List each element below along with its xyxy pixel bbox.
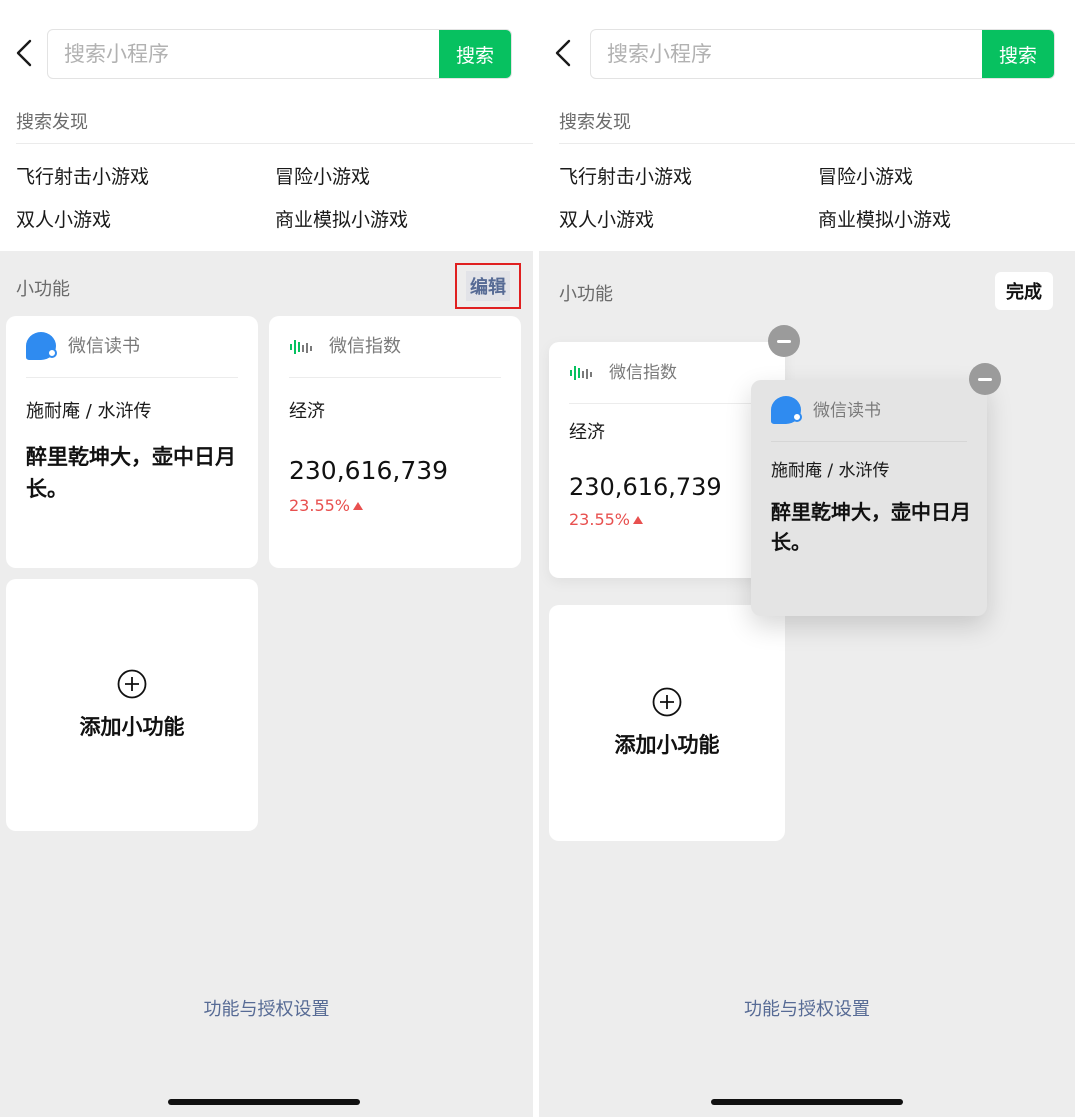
widget-header: 微信指数	[289, 332, 501, 378]
settings-link[interactable]: 功能与授权设置	[0, 995, 533, 1021]
search-box: 搜索	[590, 29, 1055, 79]
edit-label: 编辑	[466, 271, 510, 301]
discover-item[interactable]: 飞行射击小游戏	[559, 162, 692, 189]
book-quote: 醉里乾坤大，壶中日月长。	[771, 500, 971, 554]
up-triangle-icon	[633, 516, 644, 524]
widgets-title: 小功能	[16, 279, 70, 300]
divider	[16, 143, 533, 144]
widget-header: 微信指数	[569, 358, 765, 404]
remove-widget-button[interactable]	[969, 363, 1001, 395]
back-button[interactable]	[551, 36, 575, 70]
discover-item[interactable]: 冒险小游戏	[275, 162, 370, 189]
search-box: 搜索	[47, 29, 512, 79]
chevron-left-icon	[16, 39, 32, 67]
add-widget-label: 添加小功能	[614, 733, 720, 757]
widget-app-name: 微信指数	[329, 336, 401, 357]
index-topic: 经济	[289, 401, 325, 422]
index-value: 230,616,739	[289, 456, 449, 485]
wechat-read-widget-dragging[interactable]: 微信读书 施耐庵 / 水浒传 醉里乾坤大，壶中日月长。	[751, 380, 987, 616]
widgets-title: 小功能	[559, 284, 613, 305]
up-triangle-icon	[353, 502, 364, 510]
widget-app-name: 微信读书	[813, 401, 881, 421]
discover-item[interactable]: 双人小游戏	[559, 205, 654, 232]
widget-app-name: 微信读书	[68, 336, 140, 357]
done-button[interactable]: 完成	[995, 272, 1053, 310]
plus-circle-icon	[652, 687, 682, 717]
home-indicator	[711, 1099, 903, 1105]
book-author-title: 施耐庵 / 水浒传	[771, 461, 890, 481]
discover-item[interactable]: 商业模拟小游戏	[275, 205, 408, 232]
search-input[interactable]	[48, 30, 440, 78]
discover-item[interactable]: 商业模拟小游戏	[818, 205, 951, 232]
wechat-read-icon	[771, 396, 803, 426]
index-change: 23.55%	[289, 496, 364, 515]
add-widget-button[interactable]: 添加小功能	[6, 579, 258, 831]
index-topic: 经济	[569, 422, 605, 443]
wechat-read-icon	[26, 332, 58, 362]
wechat-index-widget[interactable]: 微信指数 经济 230,616,739 23.55%	[549, 342, 785, 578]
book-author-title: 施耐庵 / 水浒传	[26, 401, 152, 422]
divider	[559, 143, 1075, 144]
search-header: 搜索 搜索发现 飞行射击小游戏 冒险小游戏 双人小游戏 商业模拟小游戏	[539, 0, 1075, 251]
book-quote: 醉里乾坤大，壶中日月长。	[26, 445, 236, 501]
minus-icon	[978, 377, 992, 381]
right-screen: 搜索 搜索发现 飞行射击小游戏 冒险小游戏 双人小游戏 商业模拟小游戏 小功能 …	[539, 0, 1075, 1117]
search-header: 搜索 搜索发现 飞行射击小游戏 冒险小游戏 双人小游戏 商业模拟小游戏	[0, 0, 533, 251]
search-input[interactable]	[591, 30, 983, 78]
left-screen: 搜索 搜索发现 飞行射击小游戏 冒险小游戏 双人小游戏 商业模拟小游戏 小功能 …	[0, 0, 533, 1117]
wechat-index-icon	[569, 358, 599, 388]
widget-app-name: 微信指数	[609, 363, 677, 383]
wechat-read-widget[interactable]: 微信读书 施耐庵 / 水浒传 醉里乾坤大，壶中日月长。	[6, 316, 258, 568]
index-change: 23.55%	[569, 510, 644, 529]
minus-icon	[777, 339, 791, 343]
discover-item[interactable]: 双人小游戏	[16, 205, 111, 232]
search-button[interactable]: 搜索	[439, 30, 511, 78]
discover-item[interactable]: 飞行射击小游戏	[16, 162, 149, 189]
index-value: 230,616,739	[569, 473, 722, 501]
widget-header: 微信读书	[26, 332, 238, 378]
settings-link[interactable]: 功能与授权设置	[539, 995, 1075, 1021]
edit-button[interactable]: 编辑	[455, 263, 521, 309]
add-widget-label: 添加小功能	[79, 715, 185, 739]
chevron-left-icon	[555, 39, 571, 67]
widget-header: 微信读书	[771, 396, 967, 442]
discover-item[interactable]: 冒险小游戏	[818, 162, 913, 189]
index-change-value: 23.55%	[569, 510, 631, 529]
add-widget-button[interactable]: 添加小功能	[549, 605, 785, 841]
index-change-value: 23.55%	[289, 496, 351, 515]
search-button[interactable]: 搜索	[982, 30, 1054, 78]
discover-label: 搜索发现	[16, 112, 88, 133]
remove-widget-button[interactable]	[768, 325, 800, 357]
wechat-index-widget[interactable]: 微信指数 经济 230,616,739 23.55%	[269, 316, 521, 568]
plus-circle-icon	[117, 669, 147, 699]
discover-label: 搜索发现	[559, 112, 631, 133]
home-indicator	[168, 1099, 360, 1105]
wechat-index-icon	[289, 332, 319, 362]
back-button[interactable]	[12, 36, 36, 70]
